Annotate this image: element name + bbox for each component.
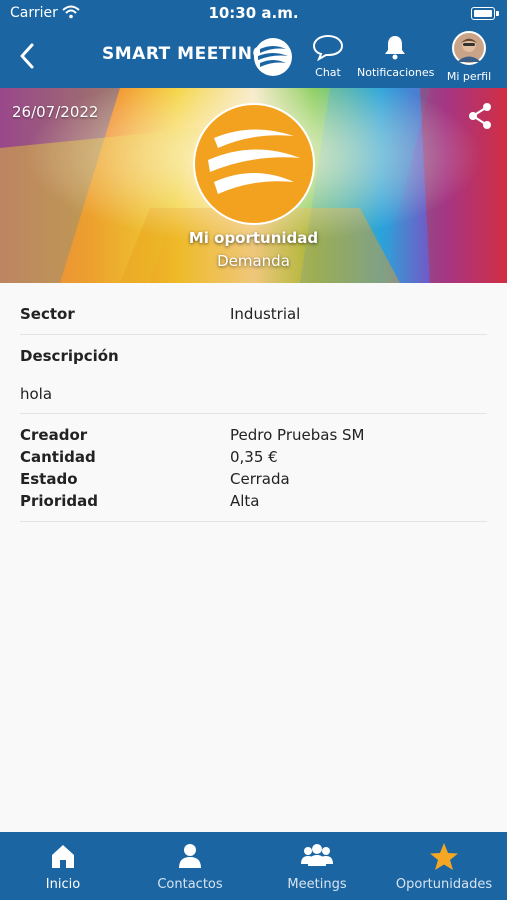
bottom-tab-bar: Inicio Contactos Meetings Oportunidades (0, 832, 507, 900)
tab-meetings[interactable]: Meetings (254, 832, 380, 900)
profile-button[interactable]: Mi perfil (444, 31, 494, 83)
quantity-label: Cantidad (20, 448, 96, 466)
quantity-value: 0,35 € (230, 448, 278, 466)
avatar (452, 31, 486, 65)
tab-label: Contactos (157, 877, 223, 892)
group-icon (301, 844, 333, 866)
home-icon (52, 845, 74, 868)
opportunity-logo-icon (192, 102, 316, 226)
profile-label: Mi perfil (446, 70, 492, 83)
share-button[interactable] (467, 102, 493, 130)
opportunity-title: Mi oportunidad (188, 229, 319, 247)
brand-title: SMART MEETING (102, 44, 267, 64)
back-button[interactable] (14, 40, 42, 72)
notifications-button[interactable]: Notificaciones (357, 33, 435, 79)
sector-label: Sector (20, 305, 75, 323)
opportunity-type: Demanda (217, 252, 290, 270)
divider (20, 521, 487, 522)
divider (20, 413, 487, 414)
hero-banner: 26/07/2022 Mi oportunidad Demanda (0, 88, 507, 283)
notifications-label: Notificaciones (357, 66, 435, 79)
state-value: Cerrada (230, 470, 290, 488)
description-label: Descripción (20, 347, 119, 365)
status-time: 10:30 a.m. (208, 4, 299, 22)
bell-icon (385, 36, 405, 60)
star-icon (430, 843, 458, 870)
state-label: Estado (20, 470, 78, 488)
tab-oportunidades[interactable]: Oportunidades (381, 832, 507, 900)
sector-value: Industrial (230, 305, 301, 323)
share-icon (469, 103, 491, 129)
chat-label: Chat (315, 66, 341, 79)
brand-logo-icon (253, 37, 293, 77)
tab-label: Inicio (45, 877, 81, 892)
creator-label: Creador (20, 426, 88, 444)
chat-button[interactable]: Chat (309, 33, 347, 79)
opportunity-date: 26/07/2022 (12, 103, 99, 121)
priority-value: Alta (230, 492, 260, 510)
tab-inicio[interactable]: Inicio (0, 832, 126, 900)
person-icon (179, 844, 201, 868)
tab-label: Oportunidades (395, 877, 493, 892)
battery-icon (471, 7, 499, 20)
priority-label: Prioridad (20, 492, 98, 510)
description-value: hola (20, 385, 53, 403)
chat-icon (312, 34, 344, 62)
top-bar: Carrier 10:30 a.m. SMART MEETING Chat No… (0, 0, 507, 88)
divider (20, 334, 487, 335)
creator-value: Pedro Pruebas SM (230, 426, 365, 444)
tab-contactos[interactable]: Contactos (127, 832, 253, 900)
status-bar: Carrier 10:30 a.m. (0, 0, 507, 28)
tab-label: Meetings (287, 877, 347, 892)
